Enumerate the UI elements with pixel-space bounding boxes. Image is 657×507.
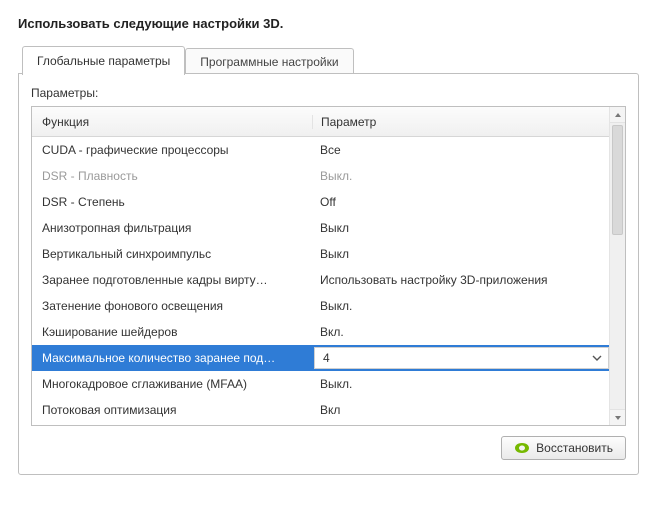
cell-function: Максимальное количество заранее под… [32, 351, 312, 365]
table-row[interactable]: Анизотропная фильтрация Выкл [32, 215, 625, 241]
table-row[interactable]: Потоковая оптимизация Вкл [32, 397, 625, 423]
column-header-function[interactable]: Функция [32, 115, 312, 129]
cell-function: CUDA - графические процессоры [32, 143, 312, 157]
cell-parameter: Выкл. [312, 299, 609, 313]
cell-parameter: Выкл. [312, 169, 609, 183]
cell-parameter-value: Все [320, 143, 341, 157]
tab-global-settings[interactable]: Глобальные параметры [22, 46, 185, 75]
restore-button[interactable]: Восстановить [501, 436, 626, 460]
cell-parameter: Вкл [312, 403, 609, 417]
chevron-down-icon [592, 353, 602, 363]
vertical-scrollbar[interactable] [609, 107, 625, 425]
cell-parameter: Выкл [312, 247, 609, 261]
cell-parameter: Выкл [312, 221, 609, 235]
table-row[interactable]: Вертикальный синхроимпульс Выкл [32, 241, 625, 267]
table-row[interactable]: Заранее подготовленные кадры вирту… Испол… [32, 267, 625, 293]
cell-function: Многокадровое сглаживание (MFAA) [32, 377, 312, 391]
table-row[interactable]: Кэширование шейдеров Вкл. [32, 319, 625, 345]
column-header-parameter[interactable]: Параметр [312, 115, 625, 129]
table-header: Функция Параметр [32, 107, 625, 137]
table-row[interactable]: Режим управления электропитаниемПредпочт… [32, 423, 625, 425]
cell-function: DSR - Плавность [32, 169, 312, 183]
table-row[interactable]: CUDA - графические процессоры Все [32, 137, 625, 163]
cell-parameter: Вкл. [312, 325, 609, 339]
scroll-up-button[interactable] [610, 107, 625, 123]
cell-parameter: Использовать настройку 3D-приложения [312, 273, 609, 287]
tabstrip: Глобальные параметры Программные настрой… [22, 45, 639, 74]
cell-function: Вертикальный синхроимпульс [32, 247, 312, 261]
scroll-thumb[interactable] [612, 125, 623, 235]
scroll-down-button[interactable] [610, 409, 625, 425]
cell-parameter-value: Выкл. [320, 299, 352, 313]
table-row[interactable]: Затенение фонового освещения Выкл. [32, 293, 625, 319]
table-row[interactable]: DSR - Степень Off [32, 189, 625, 215]
cell-parameter-value: Выкл [320, 221, 349, 235]
cell-function: DSR - Степень [32, 195, 312, 209]
cell-parameter-value: Выкл. [320, 169, 352, 183]
cell-function: Затенение фонового освещения [32, 299, 312, 313]
footer: Восстановить [31, 436, 626, 460]
restore-button-label: Восстановить [536, 441, 613, 455]
nvidia-logo-icon [514, 442, 530, 454]
cell-parameter-dropdown[interactable]: 4 [314, 347, 609, 369]
cell-parameter: Выкл. [312, 377, 609, 391]
cell-function: Заранее подготовленные кадры вирту… [32, 273, 312, 287]
table-body: CUDA - графические процессоры Все DSR - Пл… [32, 137, 625, 425]
table-row[interactable]: Многокадровое сглаживание (MFAA) Выкл. [32, 371, 625, 397]
cell-parameter-value: Выкл. [320, 377, 352, 391]
cell-function: Анизотропная фильтрация [32, 221, 312, 235]
tab-pane: Параметры: Функция Параметр CUDA - графи… [18, 73, 639, 475]
table-row[interactable]: Максимальное количество заранее под… 4 [32, 345, 625, 371]
cell-parameter-value: Вкл [320, 403, 340, 417]
tab-program-settings[interactable]: Программные настройки [185, 48, 353, 75]
cell-parameter-value: Использовать настройку 3D-приложения [320, 273, 548, 287]
cell-parameter: Все [312, 143, 609, 157]
cell-parameter-value: 4 [323, 351, 330, 365]
cell-function: Потоковая оптимизация [32, 403, 312, 417]
cell-parameter-value: Выкл [320, 247, 349, 261]
page-title: Использовать следующие настройки 3D. [18, 16, 639, 31]
settings-table: Функция Параметр CUDA - графические проц… [31, 106, 626, 426]
parameters-label: Параметры: [31, 86, 626, 100]
cell-parameter-value: Off [320, 195, 336, 209]
cell-function: Кэширование шейдеров [32, 325, 312, 339]
cell-parameter: Off [312, 195, 609, 209]
table-row[interactable]: DSR - Плавность Выкл. [32, 163, 625, 189]
cell-parameter-value: Вкл. [320, 325, 344, 339]
